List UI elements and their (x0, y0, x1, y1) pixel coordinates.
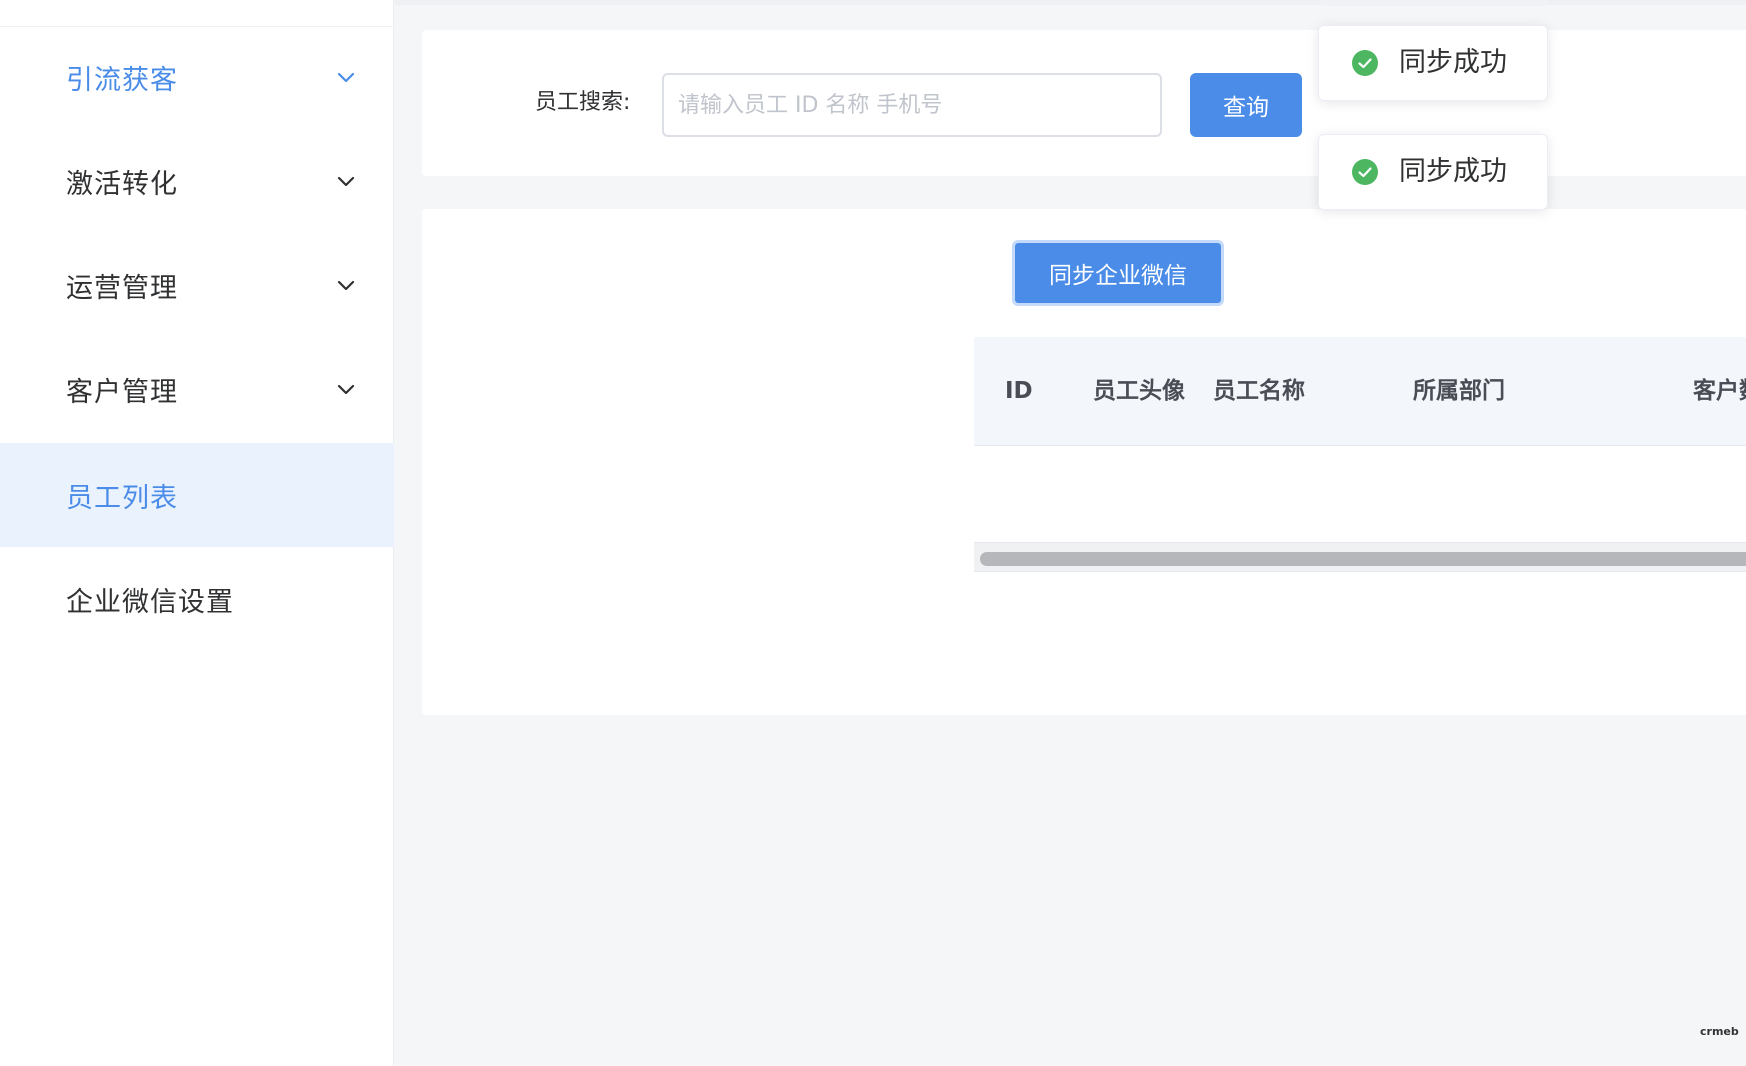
sidebar-item-employee-list[interactable]: 员工列表 (0, 443, 394, 547)
search-label: 员工搜索: (535, 90, 631, 115)
chevron-down-icon (336, 275, 356, 295)
sidebar-item-label: 企业微信设置 (66, 586, 234, 618)
chevron-down-icon (336, 67, 356, 87)
search-input[interactable] (662, 73, 1162, 137)
sidebar-item-label: 客户管理 (66, 376, 178, 408)
sync-wecom-button[interactable]: 同步企业微信 (1012, 240, 1224, 306)
sidebar-item-label: 引流获客 (66, 64, 178, 96)
table-header: ID 员工头像 员工名称 所属部门 客户数 (974, 337, 1746, 446)
query-button[interactable]: 查询 (1190, 73, 1302, 137)
sidebar-item-label: 激活转化 (66, 168, 178, 200)
toast-message: 同步成功 (1399, 156, 1507, 187)
column-header-id[interactable]: ID (1005, 337, 1033, 445)
column-header-name[interactable]: 员工名称 (1213, 337, 1305, 445)
column-header-avatar[interactable]: 员工头像 (1093, 337, 1185, 445)
column-header-department[interactable]: 所属部门 (1413, 337, 1505, 445)
sidebar-item-label: 运营管理 (66, 272, 178, 304)
watermark-logo: crmeb (1700, 1025, 1739, 1038)
sidebar-item-label: 员工列表 (66, 482, 178, 514)
sidebar-item-customers[interactable]: 客户管理 (0, 337, 394, 441)
scrollbar-thumb[interactable] (980, 552, 1746, 566)
success-toast: 同步成功 (1318, 25, 1548, 101)
sidebar: 引流获客 激活转化 运营管理 客户管理 员工列表 企业微信设置 (0, 0, 394, 1066)
chevron-down-icon (336, 171, 356, 191)
horizontal-scrollbar[interactable] (974, 542, 1746, 572)
sidebar-item-lead-generation[interactable]: 引流获客 (0, 25, 394, 129)
table-body-empty (974, 446, 1746, 540)
check-circle-icon (1352, 159, 1378, 185)
sidebar-item-activation[interactable]: 激活转化 (0, 129, 394, 233)
sidebar-item-operations[interactable]: 运营管理 (0, 233, 394, 337)
sidebar-item-wecom-settings[interactable]: 企业微信设置 (0, 547, 394, 651)
chevron-down-icon (336, 379, 356, 399)
column-header-customer-count[interactable]: 客户数 (1693, 337, 1746, 445)
check-circle-icon (1352, 50, 1378, 76)
success-toast: 同步成功 (1318, 134, 1548, 210)
toast-fading (1318, 0, 1548, 6)
toast-message: 同步成功 (1399, 47, 1507, 78)
